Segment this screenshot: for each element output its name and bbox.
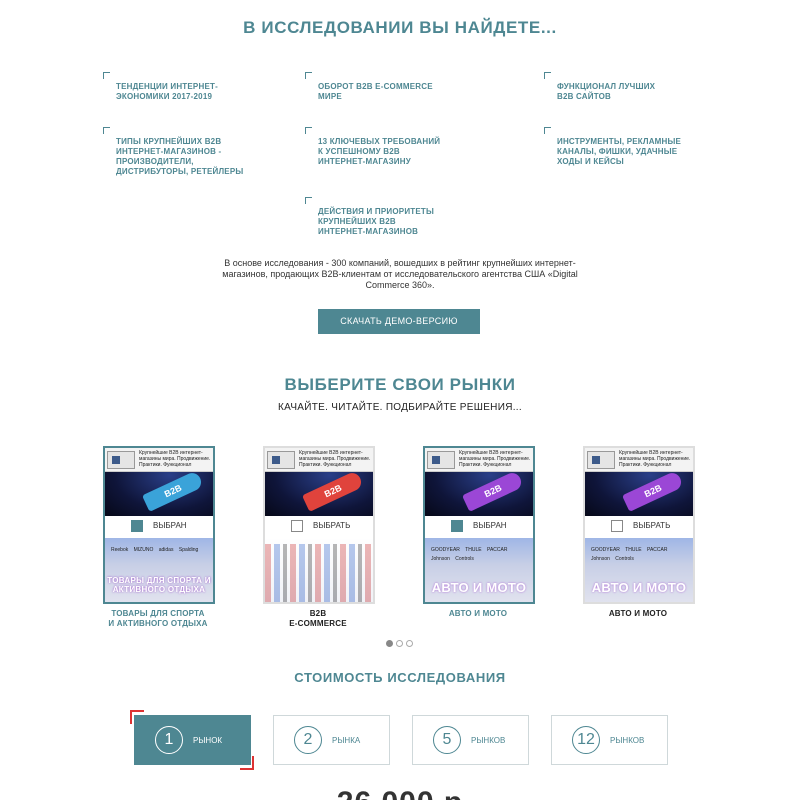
feature-text: ДЕЙСТВИЯ И ПРИОРИТЕТЫ КРУПНЕЙШИХ B2B ИНТЕР… [318, 207, 435, 236]
agency-logo-icon [427, 451, 455, 469]
agency-logo-icon [107, 451, 135, 469]
rocket-icon: B2B [133, 470, 204, 514]
rocket-badge: B2B [482, 482, 504, 500]
rocket-badge: B2B [162, 482, 184, 500]
market-caption[interactable]: АВТО И МОТО [568, 609, 708, 619]
cover-header: Крупнейшие B2B интернет-магазины мира. П… [105, 448, 213, 472]
cover-header: Крупнейшие B2B интернет-магазины мира. П… [585, 448, 693, 472]
cover-header: Крупнейшие B2B интернет-магазины мира. П… [265, 448, 373, 472]
market-checkbox[interactable] [611, 520, 623, 532]
cover-title: АВТО И МОТО [591, 580, 687, 595]
carousel-dot[interactable] [406, 640, 413, 647]
market-caption[interactable]: B2B E-COMMERCE [248, 609, 388, 629]
carousel-dot[interactable] [386, 640, 393, 647]
price-option[interactable]: 12 РЫНКОВ [551, 715, 668, 765]
cover-header: Крупнейшие B2B интернет-магазины мира. П… [425, 448, 533, 472]
brand-logos: GOODYEAR THULE PACCAR Johnson Controls [431, 547, 508, 562]
feature-text: 13 КЛЮЧЕВЫХ ТРЕБОВАНИЙ К УСПЕШНОМУ B2B ИНТ… [318, 137, 441, 166]
markets-title: ВЫБЕРИТЕ СВОИ РЫНКИ [284, 375, 516, 394]
market-checkbox[interactable] [291, 520, 303, 532]
rocket-icon: B2B [613, 470, 684, 514]
market-card[interactable]: Крупнейшие B2B интернет-магазины мира. П… [423, 446, 535, 604]
carousel-dots [386, 640, 413, 647]
market-checkbox[interactable] [451, 520, 463, 532]
cover-header-text: Крупнейшие B2B интернет-магазины мира. П… [459, 450, 531, 468]
market-count: 1 [155, 726, 183, 754]
price-option[interactable]: 2 РЫНКА [273, 715, 390, 765]
market-card[interactable]: Крупнейшие B2B интернет-магазины мира. П… [583, 446, 695, 604]
market-caption[interactable]: ТОВАРЫ ДЛЯ СПОРТА И АКТИВНОГО ОТДЫХА [88, 609, 228, 629]
feature-text: ОБОРОТ B2B E-COMMERCE МИРЕ [318, 82, 433, 101]
agency-logo-icon [587, 451, 615, 469]
feature-text: ФУНКЦИОНАЛ ЛУЧШИХ B2B САЙТОВ [557, 82, 656, 101]
download-demo-button[interactable]: СКАЧАТЬ ДЕМО-ВЕРСИЮ [318, 309, 480, 334]
rocket-icon: B2B [293, 470, 364, 514]
feature-text: ТЕНДЕНЦИИ ИНТЕРНЕТ- ЭКОНОМИКИ 2017-2019 [116, 82, 218, 101]
rocket-badge: B2B [322, 482, 344, 500]
carousel-dot[interactable] [396, 640, 403, 647]
market-checkbox[interactable] [131, 520, 143, 532]
brand-logos: GOODYEAR THULE PACCAR Johnson Controls [591, 547, 668, 562]
price-value: 26 000 р [0, 786, 800, 800]
feature-text: ИНСТРУМЕНТЫ, РЕКЛАМНЫЕ КАНАЛЫ, ФИШКИ, УДА… [557, 137, 682, 166]
selection-bracket-tl [130, 710, 144, 724]
market-card[interactable]: Крупнейшие B2B интернет-магазины мира. П… [103, 446, 215, 604]
market-count-label: РЫНОК [193, 735, 223, 745]
market-count-label: РЫНКОВ [610, 735, 645, 745]
feature-item: ТИПЫ КРУПНЕЙШИХ B2B ИНТЕРНЕТ-МАГАЗИНОВ -П… [103, 127, 266, 177]
cover-bottom [265, 538, 373, 602]
brand-mosaic [265, 544, 373, 602]
pricing-title: СТОИМОСТЬ ИССЛЕДОВАНИЯ [294, 670, 506, 685]
market-count: 12 [572, 726, 600, 754]
cover-bottom: Reebok MIZUNO adidas Spalding ТОВАРЫ ДЛЯ … [105, 538, 213, 602]
market-count: 2 [294, 726, 322, 754]
feature-item: ФУНКЦИОНАЛ ЛУЧШИХ B2B САЙТОВ [544, 72, 707, 102]
checkbox-label: ВЫБРАН [473, 521, 507, 530]
checkbox-label: ВЫБРАН [153, 521, 187, 530]
price-option[interactable]: 5 РЫНКОВ [412, 715, 529, 765]
brand-logos: Reebok MIZUNO adidas Spalding [111, 547, 199, 553]
rocket-icon: B2B [453, 470, 524, 514]
cover-title: АВТО И МОТО [431, 580, 527, 595]
page-title: В ИССЛЕДОВАНИИ ВЫ НАЙДЕТЕ... [243, 18, 557, 37]
cover-header-text: Крупнейшие B2B интернет-магазины мира. П… [299, 450, 371, 468]
price-option[interactable]: 1 РЫНОК [134, 715, 251, 765]
feature-item: 13 КЛЮЧЕВЫХ ТРЕБОВАНИЙ К УСПЕШНОМУ B2B ИНТ… [305, 127, 468, 167]
selection-bracket-br [240, 756, 254, 770]
market-count: 5 [433, 726, 461, 754]
markets-subtitle: КАЧАЙТЕ. ЧИТАЙТЕ. ПОДБИРАЙТЕ РЕШЕНИЯ... [278, 402, 522, 413]
market-card[interactable]: Крупнейшие B2B интернет-магазины мира. П… [263, 446, 375, 604]
feature-item: ОБОРОТ B2B E-COMMERCE МИРЕ [305, 72, 468, 102]
market-count-label: РЫНКА [332, 735, 361, 745]
research-description: В основе исследования - 300 компаний, во… [222, 258, 578, 290]
checkbox-label: ВЫБРАТЬ [313, 521, 351, 530]
feature-item: ДЕЙСТВИЯ И ПРИОРИТЕТЫ КРУПНЕЙШИХ B2B ИНТЕР… [305, 197, 468, 237]
cover-bottom: GOODYEAR THULE PACCAR Johnson Controls АВ… [425, 538, 533, 602]
market-count-label: РЫНКОВ [471, 735, 506, 745]
checkbox-label: ВЫБРАТЬ [633, 521, 671, 530]
feature-text: ТИПЫ КРУПНЕЙШИХ B2B ИНТЕРНЕТ-МАГАЗИНОВ -П… [116, 137, 244, 176]
feature-item: ТЕНДЕНЦИИ ИНТЕРНЕТ- ЭКОНОМИКИ 2017-2019 [103, 72, 266, 102]
cover-header-text: Крупнейшие B2B интернет-магазины мира. П… [139, 450, 211, 468]
cover-title: ТОВАРЫ ДЛЯ СПОРТА И АКТИВНОГО ОТДЫХА [107, 576, 211, 594]
cover-bottom: GOODYEAR THULE PACCAR Johnson Controls АВ… [585, 538, 693, 602]
rocket-badge: B2B [642, 482, 664, 500]
agency-logo-icon [267, 451, 295, 469]
cover-header-text: Крупнейшие B2B интернет-магазины мира. П… [619, 450, 691, 468]
market-caption[interactable]: АВТО И МОТО [408, 609, 548, 619]
feature-item: ИНСТРУМЕНТЫ, РЕКЛАМНЫЕ КАНАЛЫ, ФИШКИ, УДА… [544, 127, 707, 167]
